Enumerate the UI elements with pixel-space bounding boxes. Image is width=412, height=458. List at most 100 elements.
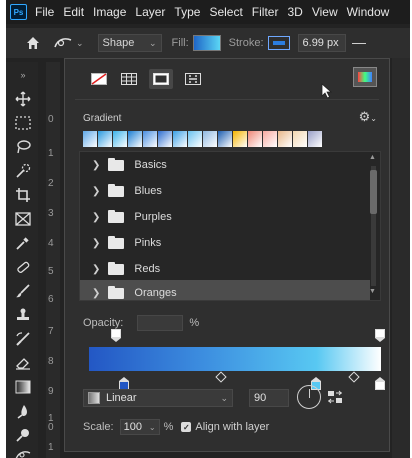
gradient-section-title: Gradient [83, 113, 122, 124]
move-tool-icon[interactable] [14, 90, 32, 108]
eyedropper-tool-icon[interactable] [14, 234, 32, 252]
photoshop-logo: Ps [10, 4, 27, 20]
list-item[interactable]: ❯ Reds [80, 256, 370, 282]
chevron-right-icon[interactable]: ❯ [92, 264, 100, 275]
chevron-right-icon[interactable]: ❯ [92, 288, 100, 299]
gradient-preset-swatch[interactable] [143, 131, 157, 147]
stroke-swatch[interactable] [267, 36, 290, 50]
menu-image[interactable]: Image [93, 5, 126, 19]
gradient-preset-swatch[interactable] [158, 131, 172, 147]
chevron-right-icon[interactable]: ❯ [92, 186, 100, 197]
pen-tool-icon[interactable] [14, 446, 32, 458]
eraser-tool-icon[interactable] [14, 354, 32, 372]
tool-mode-select[interactable]: Shape ⌄ [97, 34, 162, 52]
gradient-tool-icon[interactable] [14, 378, 32, 396]
reverse-gradient-icon[interactable] [327, 389, 343, 405]
home-icon[interactable] [26, 36, 40, 50]
opacity-stops [83, 327, 385, 343]
gradient-preset-swatch[interactable] [113, 131, 127, 147]
stroke-type-icon[interactable] [351, 42, 366, 44]
ruler-number: 7 [48, 326, 54, 337]
frame-tool-icon[interactable] [14, 210, 32, 228]
angle-dial[interactable] [297, 385, 321, 409]
gradient-preset-swatch[interactable] [248, 131, 262, 147]
menu-3d[interactable]: 3D [287, 5, 302, 19]
menu-view[interactable]: View [312, 5, 338, 19]
gradient-preset-swatch[interactable] [128, 131, 142, 147]
list-item[interactable]: ❯ Pinks [80, 230, 370, 256]
folder-icon [108, 183, 125, 197]
list-item[interactable]: ❯ Basics [80, 152, 370, 178]
chevron-right-icon[interactable]: ❯ [92, 160, 100, 171]
gradient-preset-swatch[interactable] [308, 131, 322, 147]
pattern-button[interactable] [181, 69, 205, 89]
fill-swatch[interactable] [192, 35, 221, 51]
gradient-type-select[interactable]: Linear ⌄ [83, 389, 233, 407]
midpoint-diamond[interactable] [215, 371, 227, 383]
scale-unit: % [163, 421, 174, 433]
no-fill-button[interactable] [87, 69, 111, 89]
folder-icon [108, 285, 125, 299]
gradient-preset-swatch[interactable] [218, 131, 232, 147]
clone-stamp-tool-icon[interactable] [14, 306, 32, 324]
ruler-number: 1 [48, 442, 54, 453]
lasso-tool-icon[interactable] [14, 138, 32, 156]
gradient-preset-swatch[interactable] [83, 131, 97, 147]
chevron-right-icon[interactable]: ❯ [92, 212, 100, 223]
gradient-ramp[interactable] [89, 347, 381, 371]
blur-tool-icon[interactable] [14, 402, 32, 420]
chevron-right-icon[interactable]: ❯ [92, 238, 100, 249]
menu-edit[interactable]: Edit [63, 5, 84, 19]
solid-color-button[interactable] [117, 69, 141, 89]
gradient-preset-swatch[interactable] [263, 131, 277, 147]
align-with-layer-checkbox[interactable]: ✓ [181, 422, 192, 432]
menu-select[interactable]: Select [209, 5, 242, 19]
dodge-tool-icon[interactable] [14, 426, 32, 444]
stroke-label: Stroke: [228, 37, 264, 49]
tools-panel: » [6, 62, 38, 458]
gear-icon[interactable]: ⚙⌄ [359, 109, 377, 125]
chevron-down-icon[interactable]: ▼ [369, 288, 376, 295]
gradient-preset-swatch[interactable] [233, 131, 247, 147]
folder-icon [108, 157, 125, 171]
stroke-width-field[interactable]: 6.99 px [297, 34, 346, 52]
menu-filter[interactable]: Filter [252, 5, 279, 19]
quick-select-tool-icon[interactable] [14, 162, 32, 180]
chevron-down-icon[interactable]: ⌄ [149, 423, 156, 432]
collapse-icon[interactable]: » [14, 66, 32, 84]
opacity-stop-right[interactable] [375, 329, 385, 343]
chevron-down-icon[interactable]: ⌄ [76, 38, 84, 49]
list-item[interactable]: ❯ Purples [80, 204, 370, 230]
menu-window[interactable]: Window [347, 5, 390, 19]
chevron-up-icon[interactable]: ▲ [369, 154, 376, 161]
gradient-preset-swatch[interactable] [293, 131, 307, 147]
color-picker-button[interactable] [353, 67, 377, 87]
angle-field[interactable]: 90 [249, 389, 289, 407]
pen-tool-icon[interactable] [52, 36, 74, 50]
menu-layer[interactable]: Layer [135, 5, 165, 19]
gradient-preset-swatch[interactable] [278, 131, 292, 147]
scale-field[interactable]: 100 ⌄ [119, 419, 160, 435]
folder-label: Pinks [134, 237, 162, 249]
menu-file[interactable]: File [35, 5, 54, 19]
list-item[interactable]: ❯ Blues [80, 178, 370, 204]
gradient-button[interactable] [149, 69, 173, 89]
marquee-tool-icon[interactable] [14, 114, 32, 132]
gradient-preset-swatch[interactable] [173, 131, 187, 147]
folder-icon [108, 261, 125, 275]
list-item-selected[interactable]: ❯ Oranges [80, 280, 370, 300]
healing-brush-tool-icon[interactable] [14, 258, 32, 276]
menu-type[interactable]: Type [174, 5, 200, 19]
gradient-preset-swatch[interactable] [203, 131, 217, 147]
folder-label: Reds [134, 263, 161, 275]
crop-tool-icon[interactable] [14, 186, 32, 204]
list-scrollbar[interactable]: ▲ ▼ [369, 154, 378, 298]
opacity-stop-left[interactable] [111, 329, 121, 343]
scroll-thumb[interactable] [370, 170, 377, 214]
brush-tool-icon[interactable] [14, 282, 32, 300]
tool-mode-value: Shape [102, 37, 135, 49]
gradient-preset-swatch[interactable] [188, 131, 202, 147]
midpoint-diamond[interactable] [348, 371, 360, 383]
gradient-preset-swatch[interactable] [98, 131, 112, 147]
history-brush-tool-icon[interactable] [14, 330, 32, 348]
